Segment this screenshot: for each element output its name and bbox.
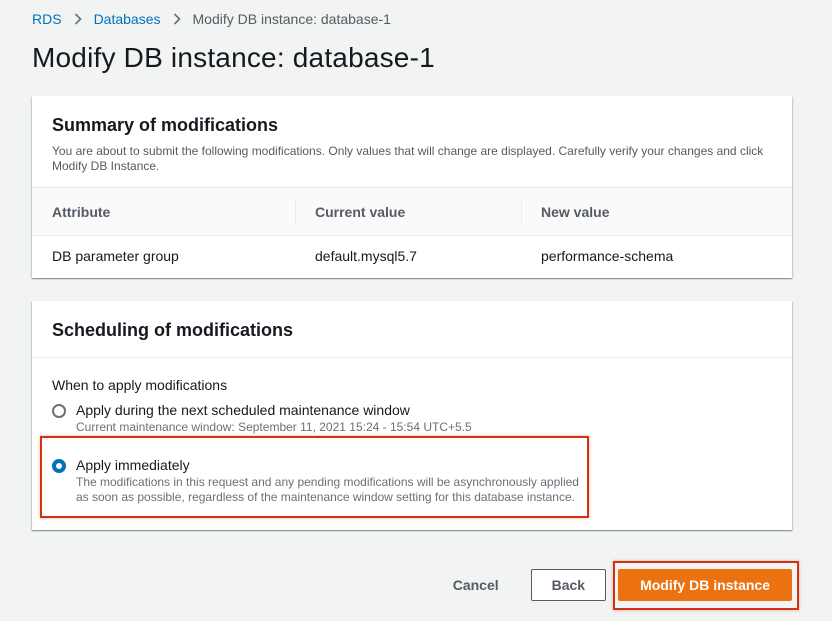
scheduling-header: Scheduling of modifications: [32, 301, 792, 358]
back-button[interactable]: Back: [530, 569, 607, 601]
cell-current-value: default.mysql5.7: [315, 248, 417, 264]
cell-attribute: DB parameter group: [52, 248, 179, 264]
summary-table-header: Attribute Current value New value: [32, 188, 792, 236]
breadcrumb-rds-link[interactable]: RDS: [32, 11, 62, 27]
cell-new-value: performance-schema: [541, 248, 674, 264]
summary-description: You are about to submit the following mo…: [52, 144, 764, 173]
option-label[interactable]: Apply during the next scheduled maintena…: [76, 402, 472, 419]
chevron-right-icon: [173, 13, 181, 25]
table-row: DB parameter group default.mysql5.7 perf…: [32, 236, 792, 276]
radio-maintenance-window[interactable]: [52, 404, 66, 418]
option-text: Apply during the next scheduled maintena…: [76, 402, 472, 435]
breadcrumb-current: Modify DB instance: database-1: [192, 11, 391, 27]
when-to-apply-label: When to apply modifications: [52, 377, 228, 393]
summary-panel: Summary of modifications You are about t…: [32, 96, 792, 278]
option-next-maintenance-window[interactable]: Apply during the next scheduled maintena…: [52, 402, 772, 435]
chevron-right-icon: [74, 13, 82, 25]
column-header-attribute: Attribute: [52, 203, 111, 220]
column-header-new-value: New value: [521, 197, 792, 226]
page-title: Modify DB instance: database-1: [32, 42, 435, 73]
summary-header: Summary of modifications You are about t…: [32, 96, 792, 188]
form-actions: Cancel Back Modify DB instance: [453, 569, 792, 601]
column-header-current-value: Current value: [295, 197, 521, 226]
modify-db-instance-button[interactable]: Modify DB instance: [618, 569, 792, 601]
scheduling-title: Scheduling of modifications: [52, 320, 294, 340]
highlight-apply-immediately: [40, 436, 589, 518]
option-description: Current maintenance window: September 11…: [76, 420, 472, 434]
breadcrumb: RDS Databases Modify DB instance: databa…: [32, 11, 391, 27]
summary-title: Summary of modifications: [52, 115, 279, 135]
breadcrumb-databases-link[interactable]: Databases: [94, 11, 161, 27]
cancel-button[interactable]: Cancel: [453, 577, 499, 593]
